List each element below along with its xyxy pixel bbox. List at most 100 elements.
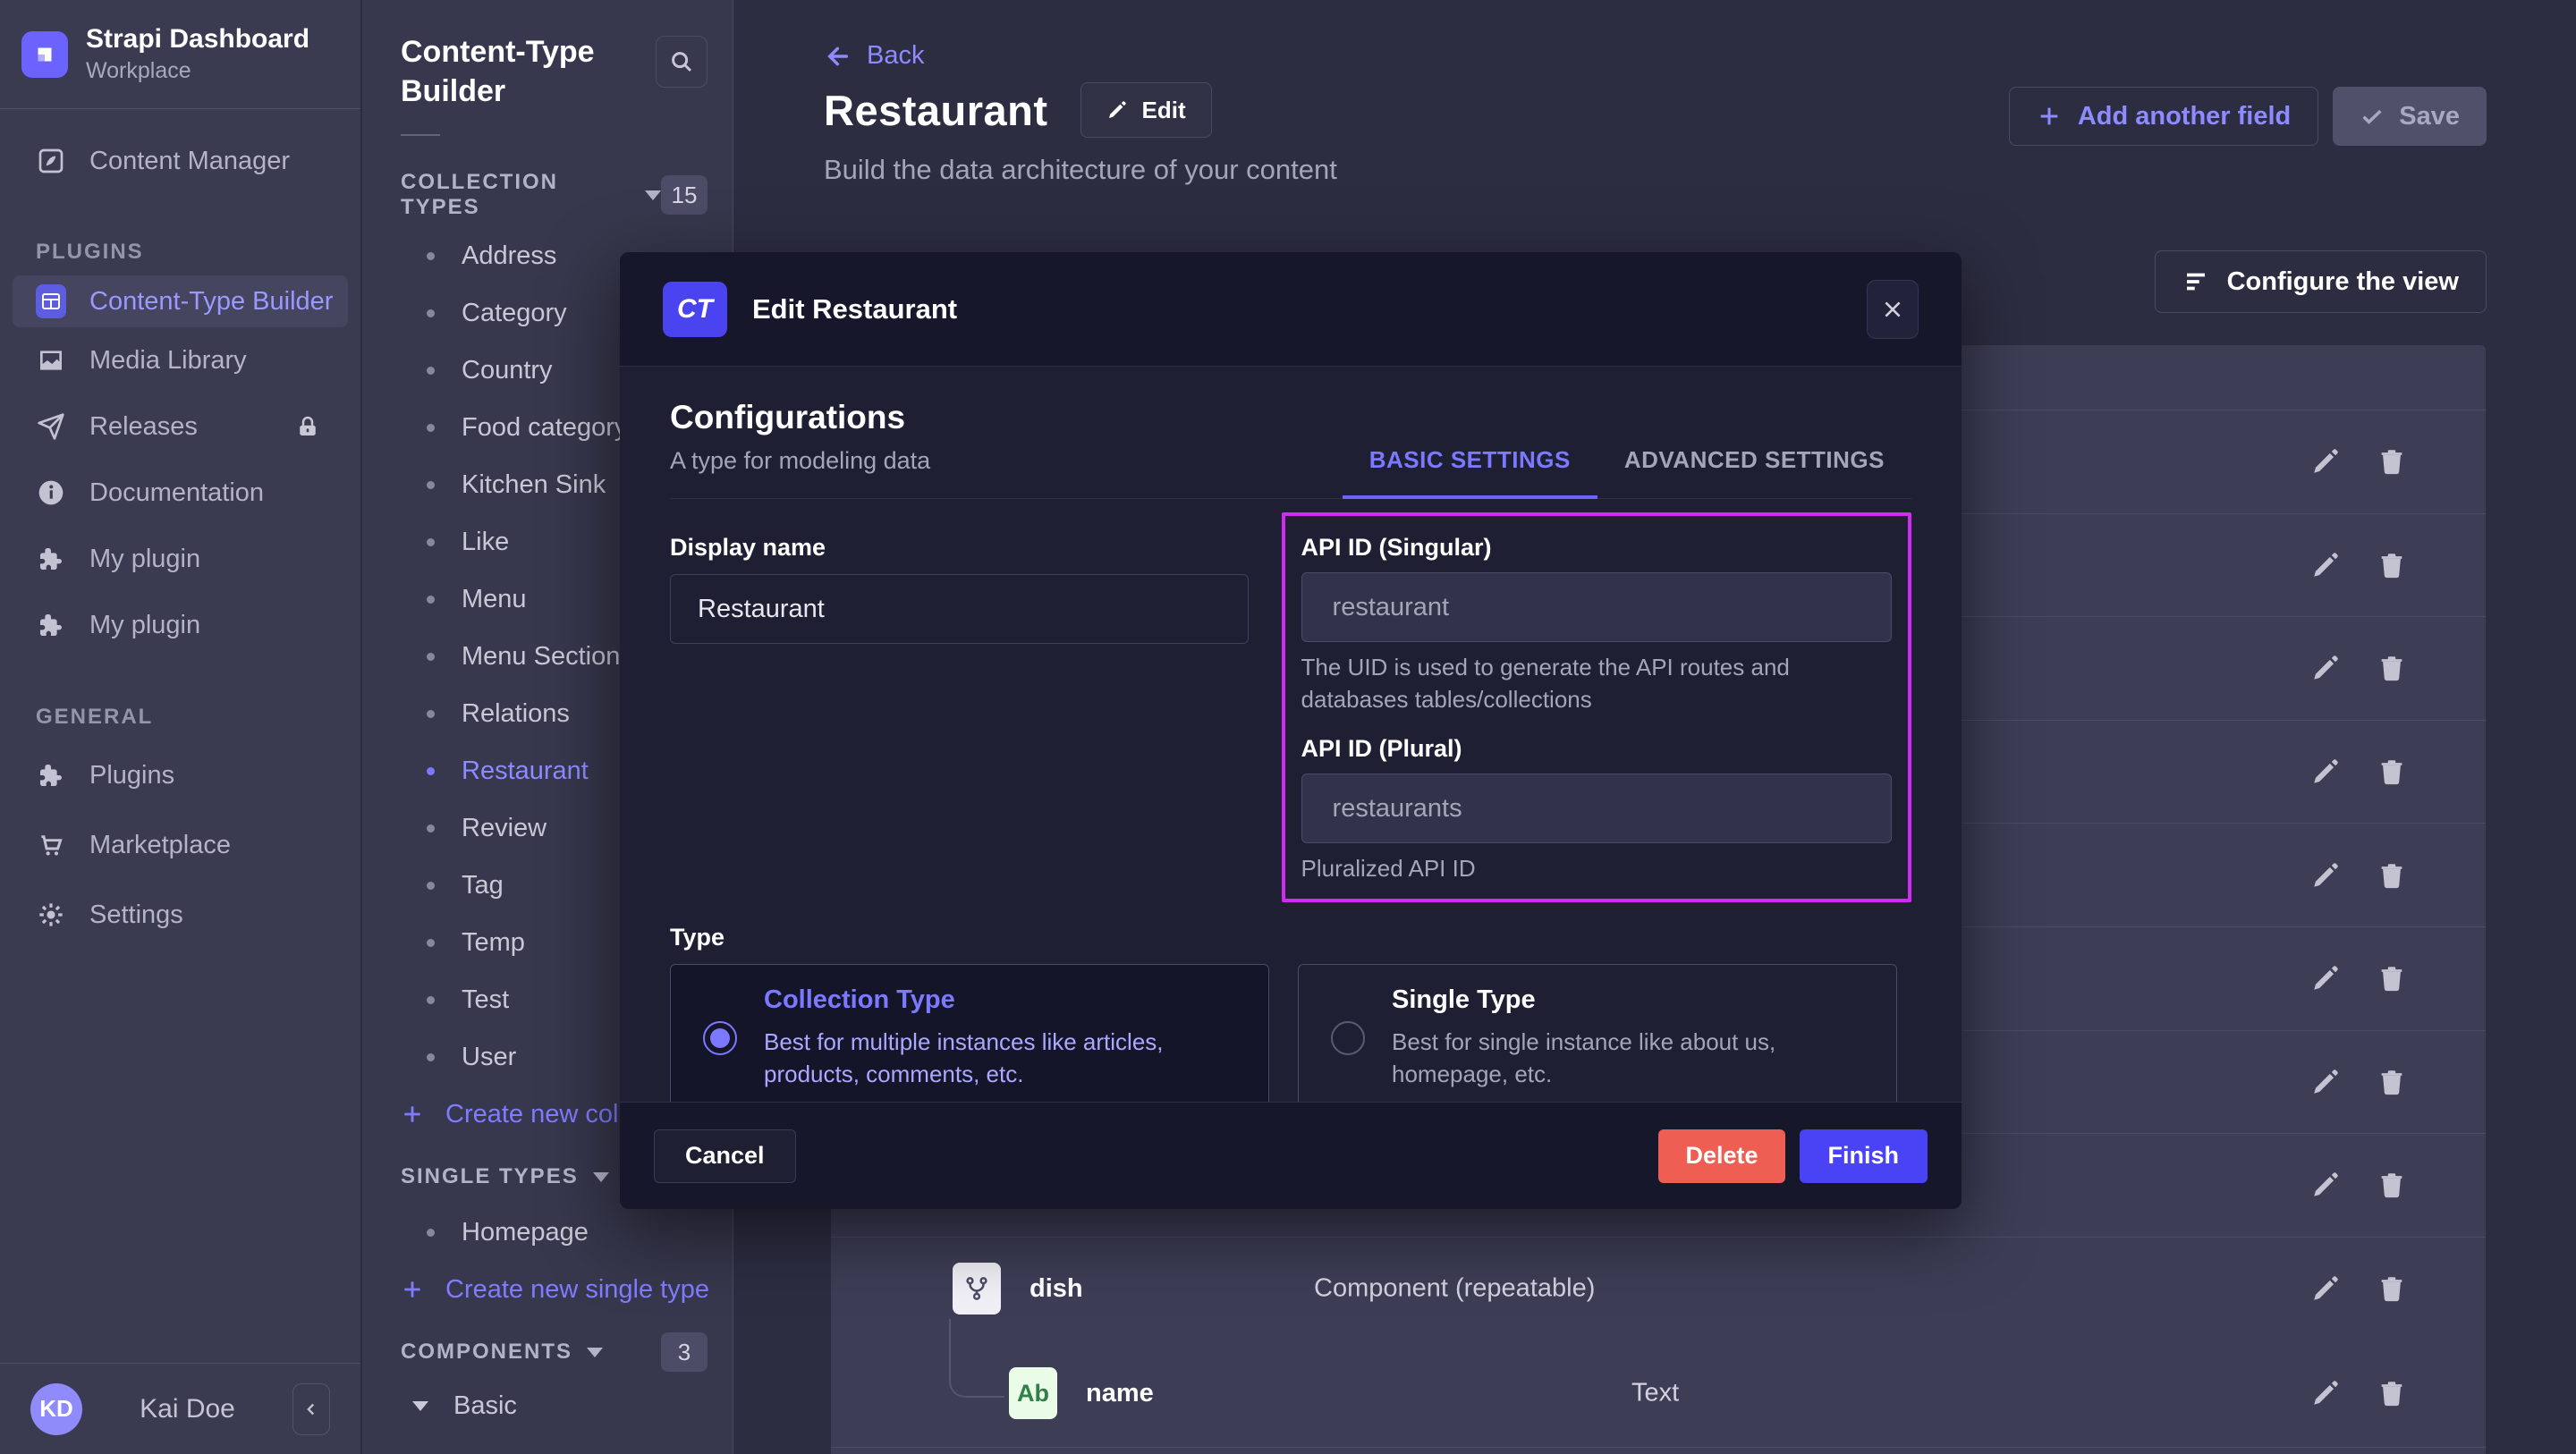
save-button[interactable]: Save xyxy=(2333,87,2487,146)
content-type-badge: CT xyxy=(663,282,727,337)
delete-field-button[interactable] xyxy=(2377,549,2409,581)
sidebar-item-plugins[interactable]: Plugins xyxy=(0,740,360,810)
single-item-homepage[interactable]: Homepage xyxy=(362,1204,733,1261)
configure-view-button[interactable]: Configure the view xyxy=(2155,250,2487,313)
paper-plane-icon xyxy=(36,411,66,442)
api-id-plural-label: API ID (Plural) xyxy=(1301,735,1892,763)
plus-icon xyxy=(2037,104,2062,129)
bullet-icon xyxy=(427,710,435,718)
edit-content-type-modal: CT Edit Restaurant Configurations A type… xyxy=(620,252,1962,1209)
api-id-singular-input[interactable] xyxy=(1301,572,1892,642)
delete-field-button[interactable] xyxy=(2377,652,2409,684)
sidebar-item-label: Content Manager xyxy=(89,147,290,176)
cancel-button[interactable]: Cancel xyxy=(654,1129,796,1183)
field-type: Component (repeatable) xyxy=(1314,1274,1595,1304)
sidebar-item-content-manager[interactable]: Content Manager xyxy=(0,132,360,190)
delete-field-button[interactable] xyxy=(2377,1169,2409,1201)
delete-field-button[interactable] xyxy=(2377,445,2409,478)
text-field-icon: Ab xyxy=(1009,1367,1057,1419)
single-type-option[interactable]: Single Type Best for single instance lik… xyxy=(1298,964,1897,1112)
delete-field-button[interactable] xyxy=(2377,756,2409,788)
delete-field-button[interactable] xyxy=(2377,962,2409,994)
edit-field-button[interactable] xyxy=(2310,652,2343,684)
component-category-basic[interactable]: Basic xyxy=(362,1377,733,1434)
arrow-left-icon xyxy=(824,42,852,71)
sidebar-item-label: Settings xyxy=(89,900,183,930)
sidebar-item-my-plugin-1[interactable]: My plugin xyxy=(0,526,360,592)
title-divider xyxy=(401,134,440,136)
collapse-sidebar-button[interactable] xyxy=(292,1383,330,1435)
sidebar-item-settings[interactable]: Settings xyxy=(0,880,360,950)
sidebar-item-media-library[interactable]: Media Library xyxy=(0,327,360,393)
page-subtitle: Build the data architecture of your cont… xyxy=(824,154,1337,186)
sidebar-item-documentation[interactable]: Documentation xyxy=(0,460,360,526)
configurations-title: Configurations xyxy=(670,399,930,436)
add-another-field-button[interactable]: Add another field xyxy=(2009,87,2318,146)
sidebar-item-content-type-builder[interactable]: Content-Type Builder xyxy=(13,275,348,327)
edit-field-button[interactable] xyxy=(2310,1169,2343,1201)
tree-connector xyxy=(949,1319,1004,1398)
delete-field-button[interactable] xyxy=(2377,1377,2409,1409)
bullet-icon xyxy=(427,481,435,489)
puzzle-icon xyxy=(36,544,66,574)
delete-button[interactable]: Delete xyxy=(1658,1129,1784,1183)
avatar[interactable]: KD xyxy=(30,1383,82,1435)
bullet-icon xyxy=(427,538,435,546)
bullet-icon xyxy=(427,653,435,661)
display-name-input[interactable] xyxy=(670,574,1249,644)
create-single-type-link[interactable]: Create new single type xyxy=(362,1261,733,1318)
delete-field-button[interactable] xyxy=(2377,1272,2409,1305)
field-type: Text xyxy=(1631,1379,1679,1408)
sidebar-item-label: Documentation xyxy=(89,478,264,508)
api-id-singular-helper: The UID is used to generate the API rout… xyxy=(1301,651,1892,715)
configurations-subtitle: A type for modeling data xyxy=(670,447,930,475)
collection-type-option[interactable]: Collection Type Best for multiple instan… xyxy=(670,964,1269,1112)
edit-field-button[interactable] xyxy=(2310,549,2343,581)
puzzle-icon xyxy=(36,760,66,790)
bullet-icon xyxy=(427,424,435,432)
table-row-dish: dish Component (repeatable) xyxy=(831,1237,2486,1340)
edit-field-button[interactable] xyxy=(2310,1272,2343,1305)
api-id-highlight-box: API ID (Singular) The UID is used to gen… xyxy=(1282,512,1911,902)
sidebar-item-releases[interactable]: Releases xyxy=(0,393,360,460)
delete-field-button[interactable] xyxy=(2377,1066,2409,1098)
table-row-name: Ab name Text xyxy=(831,1340,2486,1448)
edit-field-button[interactable] xyxy=(2310,756,2343,788)
edit-field-button[interactable] xyxy=(2310,962,2343,994)
plugins-section-label: PLUGINS xyxy=(0,240,360,265)
modal-header: CT Edit Restaurant xyxy=(620,252,1962,367)
info-icon xyxy=(36,478,66,508)
edit-button[interactable]: Edit xyxy=(1080,82,1212,138)
cart-icon xyxy=(36,830,66,860)
edit-field-button[interactable] xyxy=(2310,1377,2343,1409)
sidebar-item-marketplace[interactable]: Marketplace xyxy=(0,810,360,880)
sidebar-item-my-plugin-2[interactable]: My plugin xyxy=(0,592,360,658)
tab-basic-settings[interactable]: BASIC SETTINGS xyxy=(1343,446,1597,499)
edit-field-button[interactable] xyxy=(2310,859,2343,892)
edit-field-button[interactable] xyxy=(2310,445,2343,478)
sidebar-item-label: My plugin xyxy=(89,545,200,574)
filter-lines-icon xyxy=(2182,268,2209,295)
page-title: Restaurant xyxy=(824,86,1048,135)
settings-tabs: BASIC SETTINGS ADVANCED SETTINGS xyxy=(1343,446,1911,498)
lock-icon xyxy=(294,413,321,440)
edit-field-button[interactable] xyxy=(2310,1066,2343,1098)
display-name-label: Display name xyxy=(670,534,826,561)
tab-advanced-settings[interactable]: ADVANCED SETTINGS xyxy=(1597,446,1911,499)
sidebar-item-label: Media Library xyxy=(89,346,247,376)
delete-field-button[interactable] xyxy=(2377,859,2409,892)
chevron-left-icon xyxy=(301,1399,321,1419)
user-name: Kai Doe xyxy=(140,1394,235,1424)
components-header[interactable]: COMPONENTS 3 xyxy=(401,1332,708,1372)
collection-types-header[interactable]: COLLECTION TYPES 15 xyxy=(401,175,708,215)
bullet-icon xyxy=(427,882,435,890)
back-link[interactable]: Back xyxy=(824,41,924,71)
api-id-plural-input[interactable] xyxy=(1301,773,1892,843)
feather-icon xyxy=(36,146,66,176)
sidebar-item-label: Releases xyxy=(89,412,198,442)
strapi-logo-icon xyxy=(21,31,68,78)
finish-button[interactable]: Finish xyxy=(1800,1129,1928,1183)
search-button[interactable] xyxy=(656,36,708,88)
brand[interactable]: Strapi Dashboard Workplace xyxy=(0,0,360,109)
close-modal-button[interactable] xyxy=(1867,280,1919,339)
